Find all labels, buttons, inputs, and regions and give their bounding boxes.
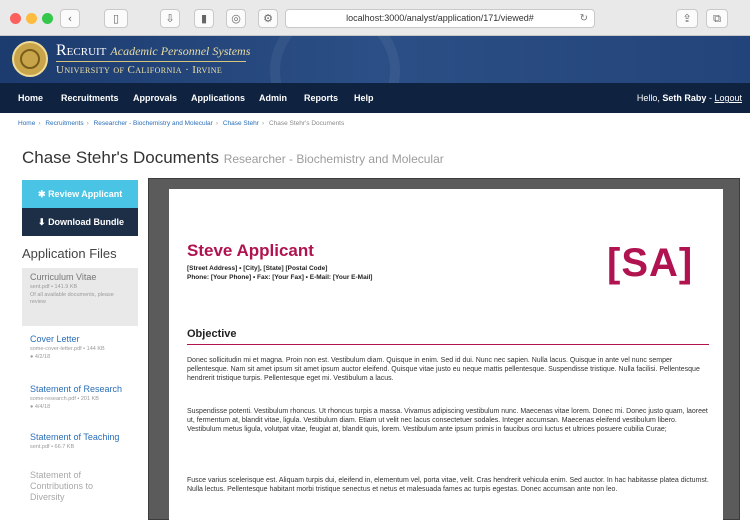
nav-recruitments[interactable]: Recruitments — [61, 83, 119, 113]
nav-home[interactable]: Home — [18, 83, 43, 113]
page-subtitle: Researcher - Biochemistry and Molecular — [223, 152, 444, 166]
bookmark-icon[interactable]: ▮ — [194, 9, 214, 28]
file-name: Cover Letter — [30, 334, 80, 344]
file-meta: some-cover-letter.pdf • 144 KB — [30, 346, 105, 352]
review-button-label: Review Applicant — [48, 189, 123, 199]
document-viewer[interactable]: Steve Applicant [Street Address] • [City… — [148, 178, 740, 529]
share-icon[interactable]: ⇪ — [676, 9, 698, 28]
file-meta: sent.pdf • 66.7 KB — [30, 444, 75, 450]
breadcrumb-recruitments[interactable]: Recruitments — [45, 120, 83, 127]
zoom-window-button[interactable] — [42, 13, 53, 24]
resume-initials: [SA] — [607, 241, 694, 285]
seal-watermark — [270, 36, 400, 83]
file-date: ● 4/2/18 — [30, 354, 51, 360]
app-header: Recruit Academic Personnel Systems Unive… — [0, 36, 750, 83]
download-icon: ⬇ — [38, 217, 46, 227]
file-meta: some-research.pdf • 201 KB — [30, 396, 99, 402]
section-divider — [187, 344, 709, 345]
download-button-label: Download Bundle — [48, 217, 125, 227]
file-name: Curriculum Vitae — [30, 272, 97, 282]
url-text: localhost:3000/analyst/application/171/v… — [346, 13, 534, 23]
logout-link[interactable]: Logout — [714, 93, 742, 103]
file-note: Of all available documents, please revie… — [30, 292, 114, 305]
sidebar-toggle-icon[interactable]: ▯ — [104, 9, 128, 28]
page-title-text: Chase Stehr's Documents — [22, 148, 219, 167]
breadcrumb-current: Chase Stehr's Documents — [268, 120, 345, 127]
address-bar[interactable]: localhost:3000/analyst/application/171/v… — [285, 9, 595, 28]
app-title: Recruit Academic Personnel Systems — [56, 42, 250, 60]
file-name: Statement of Contributions to Diversity — [30, 470, 94, 502]
app-name: Recruit — [56, 42, 107, 59]
nav-approvals[interactable]: Approvals — [133, 83, 177, 113]
main-nav: Home Recruitments Approvals Applications… — [0, 83, 750, 113]
back-icon[interactable]: ‹ — [60, 9, 80, 28]
uc-seal-logo — [12, 41, 48, 77]
user-greeting: Hello, Seth Raby - Logout — [637, 83, 742, 113]
tabs-icon[interactable]: ⧉ — [706, 9, 728, 28]
paragraph: Fusce varius scelerisque est. Aliquam tu… — [187, 477, 709, 493]
nav-reports[interactable]: Reports — [304, 83, 338, 113]
resume-contact: Phone: [Your Phone] • Fax: [Your Fax] • … — [187, 274, 373, 281]
page-title: Chase Stehr's Documents Researcher - Bio… — [22, 148, 444, 168]
header-divider — [56, 61, 246, 62]
nav-applications[interactable]: Applications — [191, 83, 245, 113]
resume-address: [Street Address] • [City], [State] [Post… — [187, 265, 328, 272]
file-item-cover-letter[interactable]: Cover Letter some-cover-letter.pdf • 144… — [22, 330, 138, 365]
application-files-heading: Application Files — [22, 246, 117, 261]
file-item-statement-of-research[interactable]: Statement of Research some-research.pdf … — [22, 380, 138, 415]
breadcrumb-position[interactable]: Researcher - Biochemistry and Molecular — [94, 120, 213, 127]
nav-help[interactable]: Help — [354, 83, 374, 113]
download-bundle-button[interactable]: ⬇ Download Bundle — [22, 208, 138, 236]
document-page: Steve Applicant [Street Address] • [City… — [169, 189, 723, 529]
nav-admin[interactable]: Admin — [259, 83, 287, 113]
paragraph: Suspendisse potenti. Vestibulum rhoncus.… — [187, 408, 708, 433]
review-icon: ✱ — [38, 189, 46, 199]
section-title: Objective — [187, 328, 237, 340]
review-applicant-button[interactable]: ✱ Review Applicant — [22, 180, 138, 208]
file-item-diversity-statement: Statement of Contributions to Diversity — [22, 466, 138, 507]
close-window-button[interactable] — [10, 13, 21, 24]
settings-icon[interactable]: ⚙ — [258, 9, 278, 28]
privacy-icon[interactable]: ◎ — [226, 9, 246, 28]
downloads-icon[interactable]: ⇩ — [160, 9, 180, 28]
breadcrumb: Home › Recruitments › Researcher - Biochem… — [18, 120, 345, 127]
greeting-text: Hello, — [636, 93, 660, 103]
reload-icon[interactable]: ↻ — [580, 10, 588, 27]
minimize-window-button[interactable] — [26, 13, 37, 24]
user-name: Seth Raby — [662, 93, 707, 103]
separator: - — [708, 93, 712, 103]
org-name: University of California · Irvine — [56, 64, 223, 76]
browser-toolbar: ‹ ▯ ⇩ ▮ ◎ ⚙ localhost:3000/analyst/appli… — [0, 0, 750, 36]
paragraph: Donec sollicitudin mi et magna. Proin no… — [187, 357, 700, 382]
file-item-statement-of-teaching[interactable]: Statement of Teaching sent.pdf • 66.7 KB — [22, 428, 138, 455]
file-name: Statement of Research — [30, 384, 123, 394]
app-subtitle: Academic Personnel Systems — [110, 44, 251, 58]
breadcrumb-applicant[interactable]: Chase Stehr — [223, 120, 259, 127]
breadcrumb-home[interactable]: Home — [18, 120, 35, 127]
resume-name: Steve Applicant — [187, 241, 314, 260]
file-name: Statement of Teaching — [30, 432, 120, 442]
file-item-curriculum-vitae[interactable]: Curriculum Vitae sent.pdf • 141.9 KB Of … — [22, 268, 138, 326]
file-meta: sent.pdf • 141.9 KB — [30, 284, 78, 290]
file-date: ● 4/4/18 — [30, 404, 51, 410]
